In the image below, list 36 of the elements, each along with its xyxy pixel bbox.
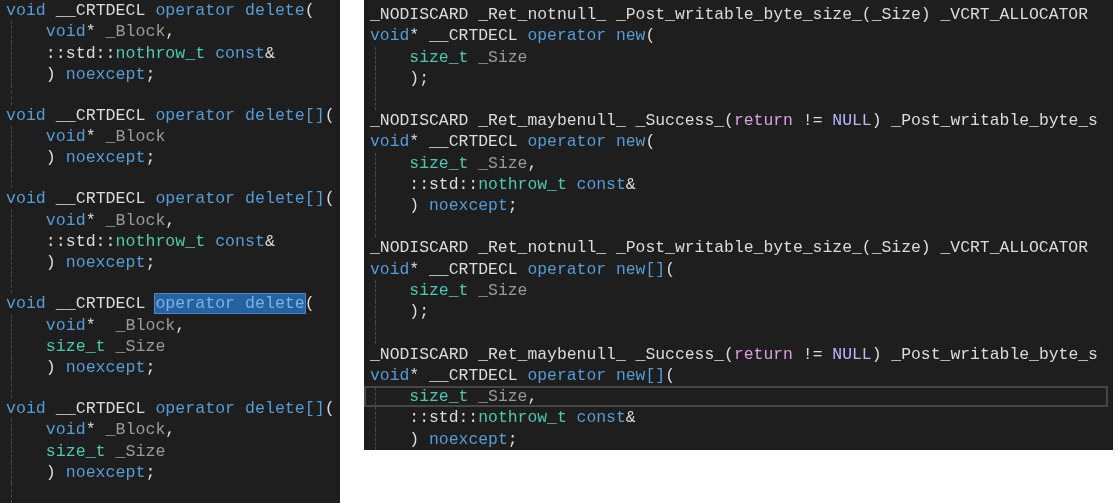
code-line: ) noexcept;: [364, 428, 1113, 450]
code-line: void __CRTDECL operator delete[](: [5, 104, 336, 127]
code-line: ) noexcept;: [0, 462, 340, 484]
code-line: void* __CRTDECL operator new(: [369, 25, 657, 47]
code-line: );: [364, 67, 1113, 90]
code-line: ) noexcept;: [0, 147, 340, 169]
code-line: void* _Block,: [0, 314, 340, 336]
code-line: );: [364, 301, 1113, 323]
code-line: void* _Block,: [0, 419, 340, 441]
code-line: ::std::nothrow_t const&: [0, 42, 340, 64]
code-line: _NODISCARD _Ret_maybenull_ _Success_(return != NULL) _Post_writable_byte_s: [369, 110, 1099, 132]
code-line: size_t _Size: [0, 335, 340, 358]
code-line: void* __CRTDECL operator new[](: [369, 258, 676, 281]
code-line: ) noexcept;: [0, 252, 340, 274]
code-line: void* __CRTDECL operator new[](: [369, 364, 676, 387]
code-line: size_t _Size: [364, 280, 1113, 302]
code-line: ) noexcept;: [364, 195, 1113, 217]
code-line: ) noexcept;: [0, 357, 340, 379]
code-line: void __CRTDECL operator delete(: [5, 0, 316, 22]
code-line: _NODISCARD _Ret_notnull_ _Post_writable_byte_size_(_Size) _VCRT_ALLOCATOR: [369, 237, 1090, 259]
code-line: void __CRTDECL operator delete[](: [5, 398, 336, 420]
code-line: size_t _Size: [0, 440, 340, 463]
code-line: size_t _Size,: [364, 152, 1113, 174]
code-line: _NODISCARD _Ret_notnull_ _Post_writable_byte_size_(_Size) _VCRT_ALLOCATOR: [369, 4, 1090, 26]
code-line: ::std::nothrow_t const&: [364, 173, 1113, 196]
code-line: void __CRTDECL operator delete[](: [5, 188, 336, 210]
code-line: size_t _Size: [364, 46, 1113, 68]
code-line: void* _Block,: [0, 209, 340, 231]
code-line: _NODISCARD _Ret_maybenull_ _Success_(return != NULL) _Post_writable_byte_s: [369, 343, 1099, 365]
code-line: ) noexcept;: [0, 63, 340, 86]
code-line: ::std::nothrow_t const&: [0, 231, 340, 253]
code-line: ::std::nothrow_t const&: [364, 407, 1113, 429]
code-line: void* __CRTDECL operator new(: [369, 131, 657, 153]
code-line: void __CRTDECL operator delete(: [5, 293, 316, 315]
code-line: void* _Block,: [0, 21, 340, 43]
code-line: void* _Block: [0, 126, 340, 148]
